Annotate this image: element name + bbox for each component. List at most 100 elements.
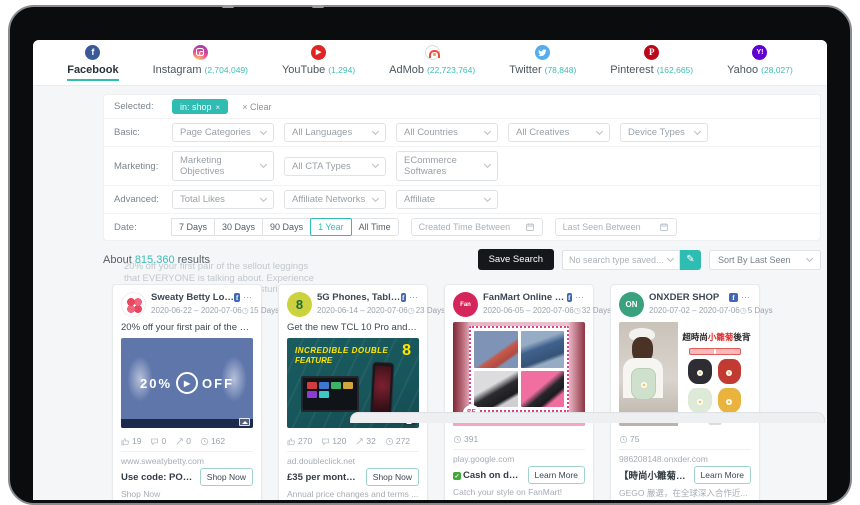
selected-filter-chip[interactable]: in: shop× — [172, 99, 228, 114]
creative-headline: INCREDIBLE DOUBLE — [295, 346, 388, 355]
tab-instagram[interactable]: Instagram (2,704,049) — [153, 45, 248, 81]
more-menu-icon[interactable]: ⋯ — [575, 295, 585, 300]
last-seen-input[interactable]: Last Seen Between — [555, 218, 677, 236]
ad-headline: Use code: POWER20 — [121, 472, 195, 483]
shop-now-button[interactable]: Shop Now — [366, 468, 419, 486]
date-preset-30days[interactable]: 30 Days — [214, 218, 263, 236]
more-menu-icon[interactable]: ⋯ — [409, 295, 419, 300]
tab-facebook[interactable]: f Facebook — [67, 45, 118, 81]
ad-headline: ✓Cash on delivery ✓Days fr... — [453, 470, 523, 481]
tab-pinterest[interactable]: P Pinterest (162,665) — [610, 45, 693, 81]
total-likes-select[interactable]: Total Likes — [172, 190, 274, 209]
clock-icon: ◷ — [740, 306, 747, 315]
shop-now-button[interactable]: Shop Now — [200, 468, 253, 486]
tab-yahoo[interactable]: Y! Yahoo (28,027) — [727, 45, 793, 81]
clear-filters-link[interactable]: × Clear — [242, 102, 271, 112]
filter-row-basic: Basic: Page Categories All Languages All… — [104, 119, 820, 147]
ecommerce-softwares-select[interactable]: ECommerce Softwares — [396, 151, 498, 181]
cta-types-select[interactable]: All CTA Types — [284, 157, 386, 176]
save-search-button[interactable]: Save Search — [478, 249, 554, 270]
marketing-objectives-select[interactable]: Marketing Objectives — [172, 151, 274, 181]
stats-row: 75 — [619, 430, 751, 450]
product-panel: 超時尚小雛菊後背包 — [678, 322, 751, 426]
avatar: ON — [619, 292, 644, 317]
row-label: Basic: — [114, 127, 172, 138]
model-photo — [619, 322, 678, 426]
affiliate-networks-select[interactable]: Affiliate Networks — [284, 190, 386, 209]
more-menu-icon[interactable]: ⋯ — [243, 295, 253, 300]
countries-select[interactable]: All Countries — [396, 123, 498, 142]
like-icon — [287, 437, 296, 446]
tab-count: (78,848) — [545, 65, 577, 75]
ad-card-sweaty-betty[interactable]: Sweaty Betty London | Wom... f ⋯ 2020-06… — [112, 284, 262, 500]
comment-icon — [321, 437, 330, 446]
ad-creative-video[interactable]: 20% ▶ OFF — [121, 338, 253, 428]
page-categories-select[interactable]: Page Categories — [172, 123, 274, 142]
page-name[interactable]: FanMart Online Shopping - F... — [483, 292, 567, 303]
tab-label: Yahoo — [727, 64, 758, 76]
date-range: 2020-06-05 – 2020-07-06 — [483, 306, 574, 315]
ad-creative-image[interactable]: DOWN TO $5 — [453, 322, 585, 426]
play-icon[interactable]: ▶ — [176, 372, 198, 394]
more-menu-icon[interactable]: ⋯ — [741, 295, 751, 300]
app-screen: f Facebook Instagram (2,704,049) ▶ YouTu… — [33, 40, 827, 500]
shares-stat: 0 — [175, 436, 191, 446]
page-name[interactable]: ONXDER SHOP — [649, 292, 719, 303]
ad-cards-row: 20% off your first pair of the sellout l… — [112, 284, 760, 500]
creatives-select[interactable]: All Creatives — [508, 123, 610, 142]
tab-count: (28,027) — [761, 65, 793, 75]
comments-stat: 0 — [150, 436, 166, 446]
chevron-down-icon — [484, 127, 491, 134]
share-icon — [355, 437, 364, 446]
page-name[interactable]: 5G Phones, Tablets & SIMs | ... — [317, 292, 401, 303]
shoes-collage — [469, 326, 569, 412]
tab-twitter[interactable]: Twitter (78,848) — [509, 45, 576, 81]
date-preset-7days[interactable]: 7 Days — [171, 218, 215, 236]
row-label: Advanced: — [114, 194, 172, 205]
ad-card-5g-phones[interactable]: 8 5G Phones, Tablets & SIMs | ... f ⋯ 20… — [278, 284, 428, 500]
ad-creative-image[interactable]: 超時尚小雛菊後背包 — [619, 322, 751, 426]
device-types-select[interactable]: Device Types — [620, 123, 708, 142]
brand-badge: 8 — [402, 342, 411, 360]
facebook-icon: f — [85, 45, 100, 60]
tab-youtube[interactable]: ▶ YouTube (1,294) — [282, 45, 355, 81]
filter-panel: Selected: in: shop× × Clear Basic: Page … — [103, 94, 821, 241]
likes-stat: 270 — [287, 436, 312, 446]
like-icon — [121, 437, 130, 446]
edit-pencil-icon[interactable]: ✎ — [680, 250, 701, 270]
chevron-down-icon — [372, 127, 379, 134]
clock-icon: ◷ — [574, 306, 581, 315]
expand-icon[interactable] — [239, 418, 250, 426]
ad-description: GEGO 嚴選，在全球深入合作近... — [619, 487, 751, 499]
tab-admob[interactable]: AdMob (22,723,764) — [389, 45, 475, 81]
ad-domain: ad.doubleclick.net — [287, 452, 419, 468]
saved-search-select[interactable]: No search type saved... — [562, 250, 680, 270]
ad-card-fanmart[interactable]: Fan FanMart Online Shopping - F... f ⋯ 2… — [444, 284, 594, 500]
days-running: ◷5 Days — [740, 306, 773, 315]
ad-card-onxder[interactable]: ON ONXDER SHOP f ⋯ 2020-07-02 – 2020-07-… — [610, 284, 760, 500]
chevron-down-icon — [372, 194, 379, 201]
date-range: 2020-07-02 – 2020-07-06 — [649, 306, 740, 315]
chevron-down-icon — [484, 161, 491, 168]
chip-close-icon[interactable]: × — [216, 103, 221, 112]
tab-label: Twitter — [509, 64, 541, 76]
languages-select[interactable]: All Languages — [284, 123, 386, 142]
laptop-base — [350, 412, 825, 423]
clock-icon — [453, 435, 462, 444]
page-name[interactable]: Sweaty Betty London | Wom... — [151, 292, 234, 303]
date-preset-1year[interactable]: 1 Year — [310, 218, 352, 236]
date-preset-90days[interactable]: 90 Days — [262, 218, 311, 236]
created-time-input[interactable]: Created Time Between — [411, 218, 543, 236]
affiliate-select[interactable]: Affiliate — [396, 190, 498, 209]
video-bottom-bar — [121, 419, 253, 428]
learn-more-button[interactable]: Learn More — [694, 466, 751, 484]
date-preset-alltime[interactable]: All Time — [351, 218, 399, 236]
card-header: Sweaty Betty London | Wom... f ⋯ 2020-06… — [121, 292, 253, 317]
creative-title: 超時尚小雛菊後背包 — [682, 332, 751, 342]
days-running: ◷23 Days — [408, 306, 445, 315]
filter-row-selected: Selected: in: shop× × Clear — [104, 95, 820, 119]
learn-more-button[interactable]: Learn More — [528, 466, 585, 484]
tab-label: AdMob — [389, 64, 424, 76]
sort-select[interactable]: Sort By Last Seen — [709, 250, 821, 270]
chevron-down-icon — [694, 127, 701, 134]
